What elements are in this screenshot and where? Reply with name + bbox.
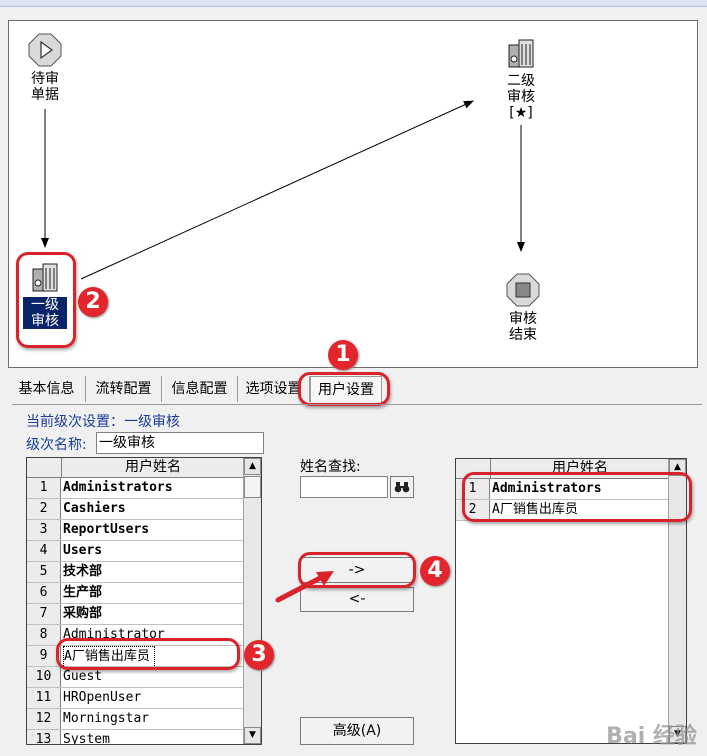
table-row[interactable]: 2 Cashiers	[27, 499, 244, 520]
building-icon	[508, 39, 534, 68]
advanced-button[interactable]: 高级(A)	[300, 717, 414, 745]
callout-4: 4	[420, 556, 450, 586]
highlight-ring-level1-node	[16, 252, 76, 348]
table-row[interactable]: 6 生产部	[27, 583, 244, 604]
row-username: Users	[63, 543, 103, 558]
table-row[interactable]: 7 采购部	[27, 604, 244, 625]
row-number: 12	[27, 709, 61, 729]
table-row[interactable]: 5 技术部	[27, 562, 244, 583]
grid-corner	[27, 458, 62, 478]
table-row[interactable]: 3 ReportUsers	[27, 520, 244, 541]
row-number: 2	[27, 499, 61, 519]
row-username: HROpenUser	[63, 690, 142, 705]
row-username: Morningstar	[63, 711, 150, 726]
pointer-arrow	[275, 571, 334, 603]
flow-node-end-label: 审核 结束	[509, 311, 537, 343]
binoculars-icon	[394, 482, 410, 493]
callout-1: 1	[328, 340, 358, 370]
current-level-label: 当前级次设置：一级审核	[26, 414, 180, 430]
row-number: 7	[27, 604, 61, 624]
available-users-scrollbar[interactable]: ▲ ▼	[243, 458, 261, 744]
row-number: 10	[27, 667, 61, 687]
watermark: Bai 经验	[606, 724, 697, 749]
row-username: Cashiers	[63, 501, 126, 516]
flow-node-level2[interactable]: 二级 审核 [★]	[501, 37, 541, 121]
flow-node-pending[interactable]: 待审 单据	[25, 33, 65, 103]
table-row[interactable]: 12 Morningstar	[27, 709, 244, 730]
row-number: 8	[27, 625, 61, 645]
table-row[interactable]: 4 Users	[27, 541, 244, 562]
level-name-label: 级次名称:	[26, 437, 87, 453]
workflow-canvas[interactable]: 待审 单据 一级 审核 二级 审核 [★] 审核 结束	[8, 20, 698, 368]
callout-3: 3	[244, 640, 274, 670]
level-name-field[interactable]: 一级审核	[96, 432, 264, 454]
tab-flow-config[interactable]: 流转配置	[86, 376, 162, 402]
tab-basic-info[interactable]: 基本信息	[8, 376, 86, 402]
callout-2: 2	[78, 287, 108, 317]
search-input[interactable]	[300, 476, 388, 498]
search-button[interactable]	[390, 476, 414, 498]
scroll-thumb[interactable]	[244, 476, 261, 498]
row-username: Guest	[63, 669, 103, 684]
table-row[interactable]: 1 Administrators	[27, 478, 244, 499]
table-row[interactable]: 13 System	[27, 730, 244, 745]
row-username: 技术部	[63, 564, 103, 579]
flow-node-level2-label: 二级 审核 [★]	[507, 73, 535, 121]
row-number: 5	[27, 562, 61, 582]
row-number: 1	[27, 478, 61, 498]
row-number: 3	[27, 520, 61, 540]
row-number: 4	[27, 541, 61, 561]
row-number: 11	[27, 688, 61, 708]
stop-circle-icon	[506, 273, 540, 307]
arrow-level1-to-level2	[80, 100, 474, 280]
flow-connectors	[41, 100, 525, 280]
row-username: ReportUsers	[63, 522, 150, 537]
table-row[interactable]: 11 HROpenUser	[27, 688, 244, 709]
row-username: 生产部	[63, 585, 103, 600]
scroll-up-button[interactable]: ▲	[244, 458, 261, 475]
scroll-down-button[interactable]: ▼	[244, 727, 261, 744]
play-circle-icon	[28, 33, 62, 67]
row-number: 6	[27, 583, 61, 603]
flow-node-pending-label: 待审 单据	[31, 71, 59, 103]
search-label: 姓名查找:	[300, 459, 361, 475]
available-users-grid[interactable]: 用户姓名 1 Administrators 2 Cashiers 3 ReportUser…	[26, 457, 262, 745]
row-number: 13	[27, 730, 61, 744]
row-username: System	[63, 732, 110, 745]
highlight-ring-user-tab	[298, 372, 390, 406]
row-username: Administrators	[63, 480, 173, 495]
table-row[interactable]: 10 Guest	[27, 667, 244, 688]
highlight-ring-selected-users	[462, 472, 692, 522]
window-top-strip	[0, 0, 707, 7]
tab-info-config[interactable]: 信息配置	[162, 376, 238, 402]
grid-header-username[interactable]: 用户姓名	[62, 458, 244, 478]
flow-node-end[interactable]: 审核 结束	[503, 273, 543, 343]
row-username: 采购部	[63, 606, 103, 621]
highlight-ring-row-9	[56, 638, 240, 670]
